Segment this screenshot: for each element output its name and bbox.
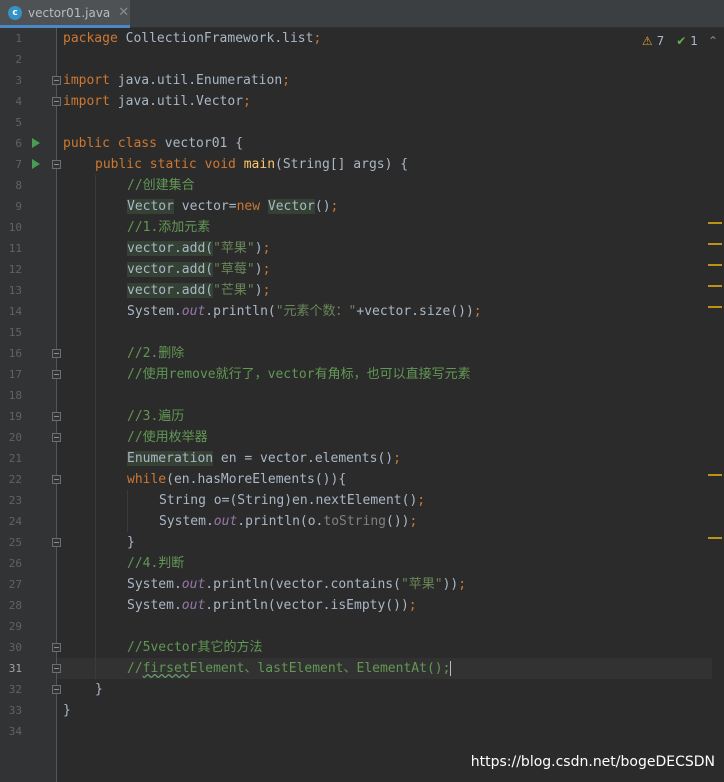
code-line-14: System.out.println("元素个数："+vector.size()… bbox=[127, 304, 482, 319]
code-line-7: public static void main(String[] args) { bbox=[95, 157, 409, 172]
warning-stripe-marker[interactable] bbox=[708, 222, 722, 224]
code-line-19: //3.遍历 bbox=[127, 409, 185, 424]
code-line-21: Enumeration en = vector.elements(); bbox=[127, 451, 401, 466]
editor-tab-bar: c vector01.java ✕ bbox=[0, 0, 724, 28]
line-number: 3 bbox=[15, 74, 22, 87]
line-number: 13 bbox=[8, 284, 22, 297]
code-line-13: vector.add("芒果"); bbox=[127, 283, 271, 298]
code-line-9: Vector vector=new Vector(); bbox=[127, 199, 339, 214]
weak-warning-icon: ✔ bbox=[676, 34, 687, 48]
weak-warning-count: 1 bbox=[690, 34, 698, 48]
code-line-11: vector.add("苹果"); bbox=[127, 241, 271, 256]
line-number: 9 bbox=[15, 200, 22, 213]
line-number-gutter[interactable]: 1 2 3 4 5 6 7 8 9 10 11 12 13 14 15 16 1… bbox=[0, 28, 61, 782]
code-line-1: package CollectionFramework.list; bbox=[63, 31, 322, 46]
code-line-4: import java.util.Vector; bbox=[63, 94, 251, 109]
line-number: 5 bbox=[15, 116, 22, 129]
warning-stripe-marker[interactable] bbox=[708, 243, 722, 245]
code-line-33: } bbox=[63, 703, 71, 718]
line-number: 27 bbox=[8, 578, 22, 591]
line-number: 19 bbox=[8, 410, 22, 423]
indent-guide bbox=[127, 490, 128, 532]
code-line-8: //创建集合 bbox=[127, 178, 195, 193]
code-line-31: //firsetElement、lastElement、ElementAt(); bbox=[127, 661, 452, 676]
line-number: 16 bbox=[8, 347, 22, 360]
close-icon[interactable]: ✕ bbox=[118, 5, 129, 20]
line-number: 23 bbox=[8, 494, 22, 507]
line-number: 8 bbox=[15, 179, 22, 192]
line-number: 14 bbox=[8, 305, 22, 318]
code-line-27: System.out.println(vector.contains("苹果")… bbox=[127, 577, 467, 592]
code-line-32: } bbox=[95, 682, 103, 697]
line-number: 32 bbox=[8, 683, 22, 696]
warning-stripe-marker[interactable] bbox=[708, 537, 722, 539]
run-main-icon[interactable] bbox=[32, 159, 40, 169]
tab-label: vector01.java bbox=[28, 5, 111, 20]
code-line-23: String o=(String)en.nextElement(); bbox=[159, 493, 426, 508]
warning-stripe-marker[interactable] bbox=[708, 285, 722, 287]
code-editor[interactable]: 1 2 3 4 5 6 7 8 9 10 11 12 13 14 15 16 1… bbox=[0, 28, 724, 782]
code-line-25: } bbox=[127, 535, 135, 550]
line-number: 20 bbox=[8, 431, 22, 444]
java-class-icon: c bbox=[8, 5, 22, 20]
code-area[interactable]: package CollectionFramework.list; import… bbox=[57, 28, 712, 782]
warning-stripe-marker[interactable] bbox=[708, 306, 722, 308]
code-line-3: import java.util.Enumeration; bbox=[63, 73, 290, 88]
inspection-widget[interactable]: ⚠ 7 ✔ 1 ⌃ bbox=[642, 34, 718, 48]
line-number: 33 bbox=[8, 704, 22, 717]
code-line-30: //5vector其它的方法 bbox=[127, 640, 263, 655]
line-number: 28 bbox=[8, 599, 22, 612]
line-number-current: 31 bbox=[8, 662, 22, 675]
code-line-24: System.out.println(o.toString()); bbox=[159, 514, 418, 529]
code-line-22: while(en.hasMoreElements()){ bbox=[127, 472, 347, 487]
line-number: 21 bbox=[8, 452, 22, 465]
line-number: 17 bbox=[8, 368, 22, 381]
chevron-up-icon[interactable]: ⌃ bbox=[708, 34, 718, 48]
warning-icon: ⚠ bbox=[641, 34, 653, 48]
indent-guide bbox=[95, 175, 96, 679]
line-number: 6 bbox=[15, 137, 22, 150]
line-number: 4 bbox=[15, 95, 22, 108]
code-line-20: //使用枚举器 bbox=[127, 430, 208, 445]
line-number: 12 bbox=[8, 263, 22, 276]
code-line-26: //4.判断 bbox=[127, 556, 185, 571]
typo-underline: firset bbox=[142, 661, 190, 676]
text-cursor bbox=[450, 661, 452, 676]
line-number: 15 bbox=[8, 326, 22, 339]
code-line-10: //1.添加元素 bbox=[127, 220, 211, 235]
code-line-28: System.out.println(vector.isEmpty()); bbox=[127, 598, 417, 613]
code-line-16: //2.删除 bbox=[127, 346, 185, 361]
code-line-6: public class vector01 { bbox=[63, 136, 244, 151]
run-class-icon[interactable] bbox=[32, 138, 40, 148]
line-number: 1 bbox=[15, 32, 22, 45]
line-number: 18 bbox=[8, 389, 22, 402]
warning-stripe-marker[interactable] bbox=[708, 474, 722, 476]
watermark: https://blog.csdn.net/bogeDECSDN bbox=[470, 754, 715, 770]
line-number: 34 bbox=[8, 725, 22, 738]
line-number: 22 bbox=[8, 473, 22, 486]
line-number: 26 bbox=[8, 557, 22, 570]
code-line-17: //使用remove就行了，vector有角标，也可以直接写元素 bbox=[127, 367, 471, 382]
line-number: 7 bbox=[15, 158, 22, 171]
line-number: 29 bbox=[8, 620, 22, 633]
warning-stripe-marker[interactable] bbox=[708, 264, 722, 266]
line-number: 2 bbox=[15, 53, 22, 66]
code-line-12: vector.add("草莓"); bbox=[127, 262, 271, 277]
line-number: 11 bbox=[8, 242, 22, 255]
line-number: 24 bbox=[8, 515, 22, 528]
line-number: 25 bbox=[8, 536, 22, 549]
line-number: 10 bbox=[8, 221, 22, 234]
warning-count: 7 bbox=[656, 34, 665, 48]
line-number: 30 bbox=[8, 641, 22, 654]
tab-vector01-java[interactable]: c vector01.java ✕ bbox=[0, 0, 130, 28]
